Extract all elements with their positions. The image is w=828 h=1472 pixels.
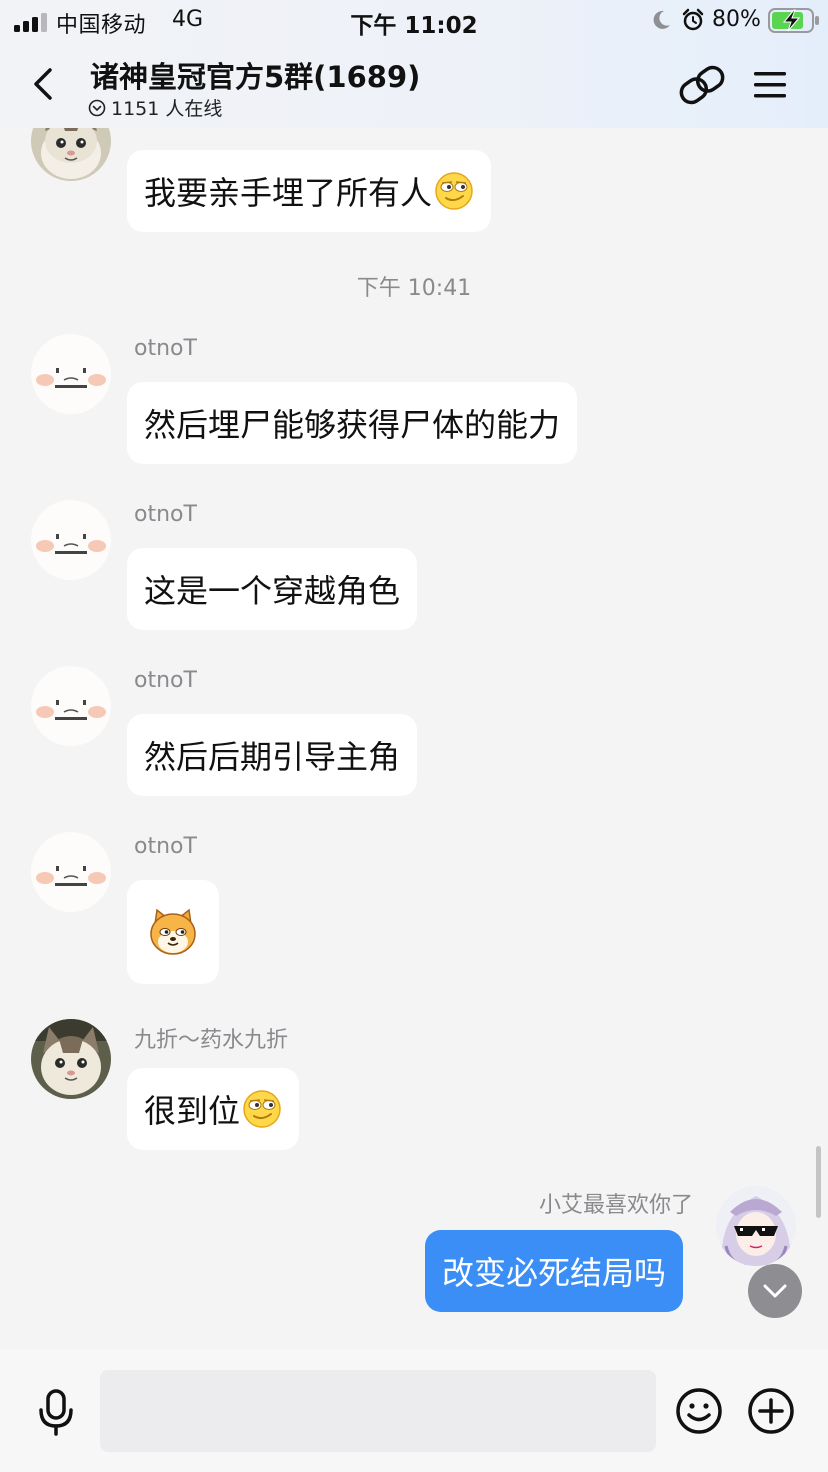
scroll-indicator[interactable] <box>816 1146 821 1218</box>
chat-header: 诸神皇冠官方5群(1689) 1151 人在线 <box>0 42 828 128</box>
message-bubble[interactable]: 然后埋尸能够获得尸体的能力 <box>127 382 578 464</box>
input-bar <box>0 1350 828 1472</box>
moon-icon <box>653 10 670 29</box>
blush-face-avatar[interactable] <box>31 832 111 912</box>
message-input[interactable] <box>100 1370 656 1452</box>
sender-name[interactable]: 九折～药水九折 <box>134 1022 288 1054</box>
message-bubble[interactable]: 我要亲手埋了所有人 <box>127 150 492 232</box>
message-bubble[interactable]: 很到位 <box>127 1068 300 1150</box>
message-text: 然后埋尸能够获得尸体的能力 <box>144 406 561 444</box>
microphone-icon[interactable] <box>34 1388 78 1436</box>
plus-circle-icon[interactable] <box>746 1386 796 1436</box>
online-count[interactable]: 1151 人在线 <box>88 94 222 121</box>
sender-name[interactable]: otnoT <box>134 502 197 527</box>
status-bar: 中国移动 4G 下午 11:02 80% <box>0 0 828 42</box>
cat-avatar[interactable] <box>31 1019 111 1099</box>
blush-face-avatar[interactable] <box>31 666 111 746</box>
shiba-emoji <box>150 908 196 955</box>
online-status-icon <box>88 99 106 116</box>
message-timestamp: 下午 10:41 <box>356 276 472 301</box>
sender-name[interactable]: 小艾最喜欢你了 <box>539 1187 693 1219</box>
my-message-bubble[interactable]: 改变必死结局吗 <box>425 1230 684 1312</box>
group-title[interactable]: 诸神皇冠官方5群(1689) <box>90 54 420 96</box>
sender-name[interactable]: otnoT <box>134 834 197 859</box>
link-icon[interactable] <box>676 60 728 110</box>
anime-girl-sunglasses-avatar[interactable] <box>716 1186 796 1266</box>
battery-percentage: 80% <box>712 7 761 32</box>
message-text: 很到位 <box>144 1092 241 1130</box>
top-bar: 中国移动 4G 下午 11:02 80% 诸神皇冠官方5群(1689) 1151… <box>0 0 828 128</box>
scroll-to-bottom-button[interactable] <box>748 1264 802 1318</box>
message-bubble[interactable]: 然后后期引导主角 <box>127 714 418 796</box>
back-icon[interactable] <box>24 64 64 104</box>
blush-face-avatar[interactable] <box>31 500 111 580</box>
message-text: 然后后期引导主角 <box>144 738 401 776</box>
sender-name[interactable]: otnoT <box>134 668 197 693</box>
emoji-face-icon[interactable] <box>674 1386 724 1436</box>
message-text: 我要亲手埋了所有人 <box>144 174 433 212</box>
sender-name[interactable]: otnoT <box>134 336 197 361</box>
alarm-icon <box>682 8 704 31</box>
blush-face-avatar[interactable] <box>31 334 111 414</box>
message-text: 改变必死结局吗 <box>442 1254 667 1292</box>
smirk-emoji <box>435 172 473 210</box>
menu-icon[interactable] <box>748 66 792 104</box>
message-bubble[interactable]: 这是一个穿越角色 <box>127 548 418 630</box>
chevron-down-icon <box>763 1284 787 1298</box>
message-text: 这是一个穿越角色 <box>144 572 401 610</box>
online-text: 1151 人在线 <box>111 98 223 120</box>
battery-charging-icon <box>768 8 819 33</box>
chat-area[interactable]: 我要亲手埋了所有人 下午 10:41 otnoT 然后埋尸能够获得尸体的能力 o… <box>0 0 828 1350</box>
smirk-emoji <box>243 1090 281 1128</box>
sticker-bubble[interactable] <box>127 880 219 984</box>
